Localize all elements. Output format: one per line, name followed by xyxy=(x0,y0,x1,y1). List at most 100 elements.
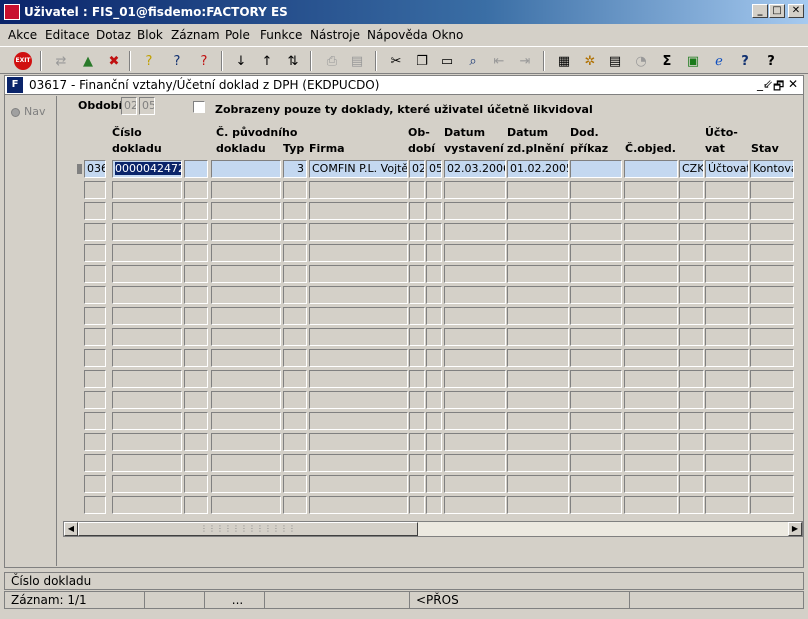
stav-cell[interactable] xyxy=(750,412,794,430)
firma-cell[interactable] xyxy=(309,496,408,514)
datum-zd-plneni-cell[interactable] xyxy=(507,475,569,493)
typ-cell[interactable] xyxy=(283,349,307,367)
obdobi-from-field[interactable]: 02 xyxy=(121,97,137,115)
datum-vystaveni-cell[interactable] xyxy=(444,202,506,220)
stav-cell[interactable] xyxy=(750,223,794,241)
find-icon[interactable]: ⌕ xyxy=(463,51,483,71)
dod-prikaz-cell[interactable] xyxy=(570,370,622,388)
puvodni-doklad-cell[interactable] xyxy=(211,433,281,451)
col-prefix-cell[interactable] xyxy=(84,433,106,451)
cislo-objednavky-cell[interactable] xyxy=(624,181,678,199)
obdobi2-cell[interactable] xyxy=(426,328,442,346)
puvodni-doklad-cell[interactable] xyxy=(211,412,281,430)
col-prefix-cell[interactable] xyxy=(84,349,106,367)
typ-cell[interactable] xyxy=(283,496,307,514)
scroll-right-icon[interactable]: ▶ xyxy=(788,522,802,536)
obdobi2-cell[interactable] xyxy=(426,475,442,493)
firma-cell[interactable] xyxy=(309,286,408,304)
obdobi2-cell[interactable] xyxy=(426,412,442,430)
puvodni-doklad-cell[interactable] xyxy=(211,328,281,346)
datum-vystaveni-cell[interactable] xyxy=(444,391,506,409)
mena-cell[interactable] xyxy=(679,349,704,367)
datum-vystaveni-cell[interactable] xyxy=(444,475,506,493)
obdobi2-cell[interactable] xyxy=(426,307,442,325)
enter-query-icon[interactable]: ? xyxy=(139,51,159,71)
cislo-dokladu-cell[interactable] xyxy=(112,475,182,493)
dod-prikaz-cell[interactable] xyxy=(570,454,622,472)
sort-asc-icon[interactable]: ↓ xyxy=(231,51,251,71)
puv-prefix-cell[interactable] xyxy=(184,223,208,241)
form-prev-icon[interactable]: ⇄ xyxy=(51,51,71,71)
menu-nastroje[interactable]: Nástroje xyxy=(310,28,360,42)
datum-zd-plneni-cell[interactable] xyxy=(507,223,569,241)
datum-vystaveni-cell[interactable] xyxy=(444,286,506,304)
datum-zd-plneni-cell[interactable] xyxy=(507,412,569,430)
datum-vystaveni-cell[interactable] xyxy=(444,496,506,514)
cislo-dokladu-cell[interactable] xyxy=(112,412,182,430)
execute-query-icon[interactable]: ? xyxy=(167,51,187,71)
cislo-objednavky-cell[interactable] xyxy=(624,412,678,430)
puvodni-doklad-cell[interactable] xyxy=(211,202,281,220)
mena-cell[interactable] xyxy=(679,223,704,241)
likvidoval-checkbox[interactable] xyxy=(193,101,205,113)
form-restore-icon[interactable]: 🗗 xyxy=(773,77,784,98)
puv-prefix-cell[interactable] xyxy=(184,202,208,220)
dod-prikaz-cell[interactable] xyxy=(570,349,622,367)
datum-zd-plneni-cell[interactable] xyxy=(507,349,569,367)
sum-icon[interactable]: Σ xyxy=(657,51,677,71)
typ-cell[interactable]: 3 xyxy=(283,160,307,178)
col-prefix-cell[interactable] xyxy=(84,454,106,472)
col-prefix-cell[interactable] xyxy=(84,244,106,262)
typ-cell[interactable] xyxy=(283,475,307,493)
cislo-dokladu-cell[interactable] xyxy=(112,349,182,367)
cislo-dokladu-cell[interactable] xyxy=(112,181,182,199)
last-column-icon[interactable]: ⇥ xyxy=(515,51,535,71)
cancel-query-icon[interactable]: ? xyxy=(194,51,214,71)
stav-cell[interactable] xyxy=(750,181,794,199)
col-prefix-cell[interactable] xyxy=(84,391,106,409)
dod-prikaz-cell[interactable] xyxy=(570,412,622,430)
obdobi-to-field[interactable]: 05 xyxy=(139,97,155,115)
cislo-dokladu-cell[interactable] xyxy=(112,202,182,220)
cut-icon[interactable]: ✂ xyxy=(386,51,406,71)
cislo-dokladu-cell[interactable] xyxy=(112,307,182,325)
stav-cell[interactable] xyxy=(750,370,794,388)
stav-cell[interactable] xyxy=(750,349,794,367)
notes-icon[interactable]: ▤ xyxy=(605,51,625,71)
exit-icon[interactable]: EXIT xyxy=(13,51,33,71)
firma-cell[interactable] xyxy=(309,202,408,220)
sort-icon[interactable]: ⇅ xyxy=(283,51,303,71)
puv-prefix-cell[interactable] xyxy=(184,370,208,388)
typ-cell[interactable] xyxy=(283,454,307,472)
obdobi1-cell[interactable] xyxy=(409,328,425,346)
datum-vystaveni-cell[interactable] xyxy=(444,370,506,388)
obdobi2-cell[interactable] xyxy=(426,433,442,451)
obdobi2-cell[interactable] xyxy=(426,223,442,241)
cislo-objednavky-cell[interactable] xyxy=(624,265,678,283)
puv-prefix-cell[interactable] xyxy=(184,412,208,430)
obdobi1-cell[interactable] xyxy=(409,475,425,493)
col-prefix-cell[interactable] xyxy=(84,202,106,220)
typ-cell[interactable] xyxy=(283,286,307,304)
cislo-dokladu-cell[interactable] xyxy=(112,433,182,451)
uctovat-cell[interactable] xyxy=(705,202,749,220)
stav-cell[interactable] xyxy=(750,391,794,409)
puvodni-doklad-cell[interactable] xyxy=(211,160,281,178)
cislo-dokladu-cell[interactable] xyxy=(112,496,182,514)
firma-cell[interactable] xyxy=(309,244,408,262)
datum-vystaveni-cell[interactable] xyxy=(444,433,506,451)
menu-funkce[interactable]: Funkce xyxy=(260,28,302,42)
puvodni-doklad-cell[interactable] xyxy=(211,223,281,241)
puvodni-doklad-cell[interactable] xyxy=(211,181,281,199)
cislo-dokladu-cell[interactable] xyxy=(112,454,182,472)
datum-zd-plneni-cell[interactable] xyxy=(507,391,569,409)
mena-cell[interactable] xyxy=(679,454,704,472)
obdobi1-cell[interactable] xyxy=(409,370,425,388)
cislo-dokladu-cell[interactable] xyxy=(112,223,182,241)
datum-zd-plneni-cell[interactable] xyxy=(507,496,569,514)
datum-zd-plneni-cell[interactable] xyxy=(507,370,569,388)
obdobi1-cell[interactable] xyxy=(409,265,425,283)
dod-prikaz-cell[interactable] xyxy=(570,391,622,409)
obdobi2-cell[interactable] xyxy=(426,454,442,472)
obdobi1-cell[interactable] xyxy=(409,286,425,304)
